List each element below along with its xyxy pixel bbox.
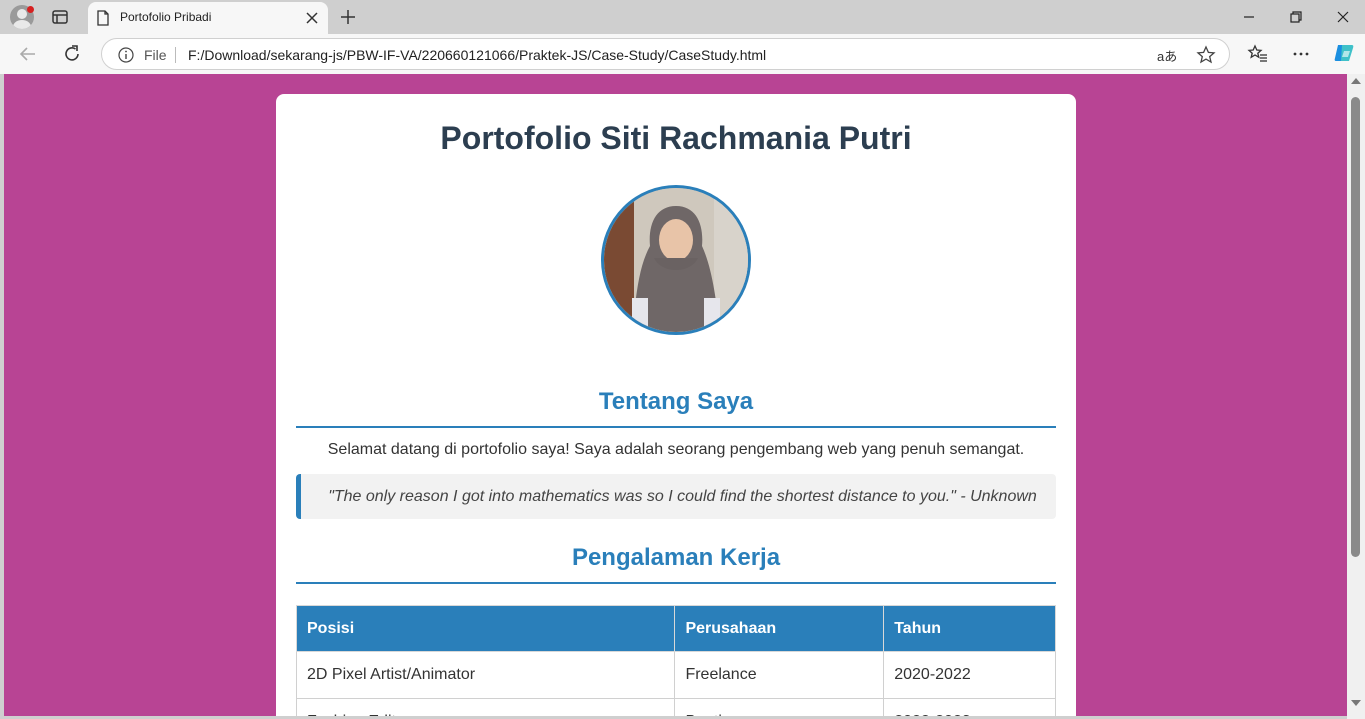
back-icon[interactable]	[17, 43, 39, 65]
cell-posisi: 2D Pixel Artist/Animator	[295, 651, 676, 699]
restore-icon[interactable]	[1284, 6, 1308, 28]
profile-photo	[601, 185, 751, 335]
cell-tahun: 2020-2022	[883, 651, 1056, 699]
url-text[interactable]: F:/Download/sekarang-js/PBW-IF-VA/220660…	[188, 47, 766, 63]
notification-dot-icon	[27, 6, 34, 13]
copilot-icon[interactable]	[1332, 41, 1356, 65]
info-icon[interactable]	[118, 47, 134, 63]
address-bar[interactable]: File F:/Download/sekarang-js/PBW-IF-VA/2…	[101, 38, 1230, 70]
cell-perusahaan: Boutique	[674, 698, 885, 716]
favorites-icon[interactable]	[1247, 43, 1269, 65]
favorite-star-icon[interactable]	[1196, 45, 1216, 65]
new-tab-icon[interactable]	[338, 7, 358, 27]
file-label: File	[144, 47, 167, 63]
browser-toolbar: File F:/Download/sekarang-js/PBW-IF-VA/2…	[0, 34, 1365, 74]
tab-title: Portofolio Pribadi	[120, 10, 212, 24]
reload-icon[interactable]	[61, 43, 83, 65]
scroll-up-arrow-icon[interactable]	[1351, 78, 1361, 84]
page-title: Portofolio Siti Rachmania Putri	[440, 120, 912, 156]
column-header-posisi: Posisi	[295, 605, 676, 652]
cell-posisi: Fashion Editor	[295, 698, 676, 716]
column-header-perusahaan: Perusahaan	[674, 605, 885, 652]
page-viewport: Portofolio Siti Rachmania Putri Tentang …	[4, 74, 1347, 716]
portfolio-card: Portofolio Siti Rachmania Putri Tentang …	[276, 94, 1076, 716]
about-heading: Tentang Saya	[296, 388, 1056, 428]
scroll-down-arrow-icon[interactable]	[1351, 700, 1361, 706]
more-menu-icon[interactable]	[1290, 43, 1312, 65]
cell-perusahaan: Freelance	[674, 651, 885, 699]
tab-actions-icon[interactable]	[50, 7, 70, 27]
minimize-icon[interactable]	[1237, 6, 1261, 28]
profile-photo-illustration	[604, 188, 748, 332]
omnibox-divider	[175, 47, 176, 63]
table-row: Fashion Editor Boutique 2022-2023	[295, 698, 1056, 716]
vertical-scrollbar[interactable]	[1347, 74, 1365, 719]
column-header-tahun: Tahun	[883, 605, 1056, 652]
scrollbar-thumb[interactable]	[1351, 97, 1360, 557]
experience-heading: Pengalaman Kerja	[296, 544, 1056, 584]
page-icon	[97, 10, 109, 26]
quote-block: "The only reason I got into mathematics …	[296, 474, 1056, 519]
tab-strip: Portofolio Pribadi	[0, 0, 1365, 34]
experience-table: Posisi Perusahaan Tahun 2D Pixel Artist/…	[295, 605, 1056, 716]
read-aloud-icon[interactable]: aあ	[1157, 46, 1177, 65]
about-text: Selamat datang di portofolio saya! Saya …	[327, 441, 1025, 458]
tab-close-icon[interactable]	[304, 10, 320, 26]
table-header-row: Posisi Perusahaan Tahun	[295, 605, 1056, 652]
table-row: 2D Pixel Artist/Animator Freelance 2020-…	[295, 651, 1056, 699]
active-tab[interactable]: Portofolio Pribadi	[88, 2, 328, 34]
close-window-icon[interactable]	[1331, 6, 1355, 28]
cell-tahun: 2022-2023	[883, 698, 1056, 716]
